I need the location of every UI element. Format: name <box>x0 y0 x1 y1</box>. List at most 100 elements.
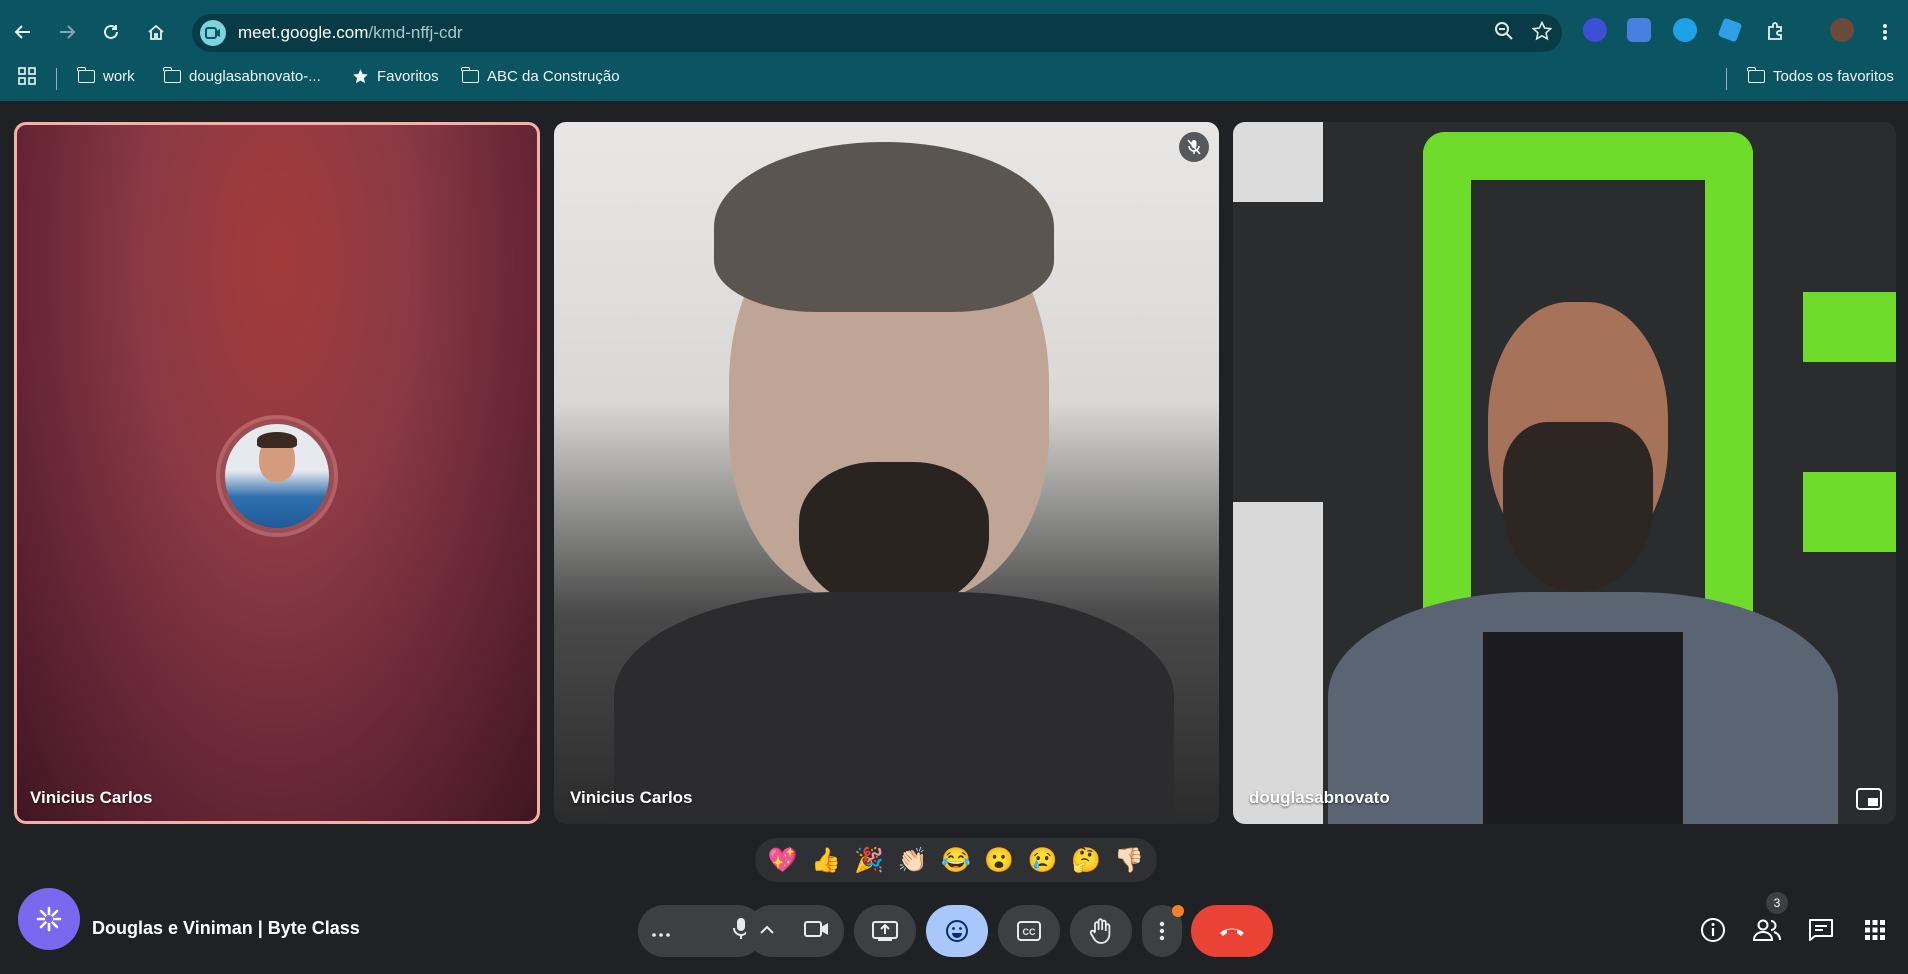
video-camera-icon <box>804 920 828 937</box>
address-bar[interactable]: meet.google.com/kmd-nffj-cdr <box>192 14 1562 52</box>
leave-call-button[interactable] <box>1191 905 1273 957</box>
camera-options-button[interactable] <box>760 922 774 940</box>
pip-icon[interactable] <box>1856 788 1882 810</box>
reaction-surprised[interactable]: 😮 <box>984 846 1014 875</box>
camera-button[interactable] <box>804 920 830 943</box>
meeting-title: Douglas e Viniman | Byte Class <box>92 918 360 938</box>
activities-button[interactable] <box>1858 913 1892 947</box>
emoji-icon <box>946 920 968 942</box>
avatar-ring <box>220 419 334 533</box>
folder-icon <box>163 67 181 83</box>
people-icon <box>1753 919 1781 941</box>
download-extension-icon[interactable] <box>1673 18 1697 42</box>
extension-icon-4[interactable] <box>1717 17 1743 43</box>
bookmarks-separator <box>1726 68 1727 90</box>
video-feed-wall <box>1233 502 1323 824</box>
reaction-thinking[interactable]: 🤔 <box>1071 846 1101 875</box>
home-icon[interactable] <box>143 19 169 45</box>
apps-grid-icon[interactable] <box>18 67 36 85</box>
bookmark-favoritos[interactable]: Favoritos <box>352 68 439 85</box>
browser-menu-icon[interactable] <box>1872 19 1898 45</box>
captions-button[interactable]: CC <box>998 905 1060 957</box>
more-options-button[interactable] <box>1142 905 1184 957</box>
reaction-thumbs-up[interactable]: 👍 <box>811 846 841 875</box>
mic-muted-icon <box>1179 132 1209 162</box>
bookmark-label: ABC da Construção <box>487 68 620 85</box>
reactions-bar: 💖 👍 🎉 👏🏻 😂 😮 😢 🤔 👎🏻 <box>755 838 1157 882</box>
reload-icon[interactable] <box>98 19 124 45</box>
bookmark-douglasabnovato[interactable]: douglasabnovato-... <box>163 67 321 85</box>
participant-tile-2[interactable]: Vinicius Carlos <box>554 122 1219 824</box>
participant-name: Vinicius Carlos <box>30 788 153 807</box>
reaction-heart[interactable]: 💖 <box>768 846 798 875</box>
closed-captions-icon: CC <box>1017 921 1041 941</box>
reaction-sad[interactable]: 😢 <box>1028 846 1058 875</box>
bookmark-abc-construcao[interactable]: ABC da Construção <box>461 67 620 85</box>
extensions-puzzle-icon[interactable] <box>1762 19 1788 45</box>
folder-icon <box>461 67 479 83</box>
url-text: meet.google.com/kmd-nffj-cdr <box>238 23 463 43</box>
svg-text:CC: CC <box>1023 927 1036 937</box>
video-feed-shirt <box>1483 632 1683 824</box>
bookmark-work[interactable]: work <box>77 67 135 85</box>
all-bookmarks[interactable]: Todos os favoritos <box>1747 67 1894 85</box>
reaction-laugh[interactable]: 😂 <box>941 846 971 875</box>
chat-icon <box>1809 919 1833 941</box>
video-feed-wall <box>1233 122 1323 202</box>
video-feed-sign <box>1803 472 1896 552</box>
folder-icon <box>77 67 95 83</box>
video-feed-beard <box>799 462 989 612</box>
all-bookmarks-label: Todos os favoritos <box>1773 68 1894 85</box>
apps-grid-icon <box>1865 920 1885 940</box>
bookmark-label: Favoritos <box>377 68 439 85</box>
bookmark-label: work <box>103 68 135 85</box>
meet-site-icon <box>200 20 226 46</box>
raise-hand-button[interactable] <box>1070 905 1132 957</box>
hang-up-icon <box>1220 928 1244 936</box>
more-horizontal-icon <box>652 932 670 937</box>
reaction-thumbs-down[interactable]: 👎🏻 <box>1114 846 1144 875</box>
browser-chrome: meet.google.com/kmd-nffj-cdr work dougla… <box>0 0 1908 101</box>
notification-dot <box>1172 905 1184 917</box>
forward-icon[interactable] <box>54 19 80 45</box>
video-feed-hair <box>714 142 1054 312</box>
present-icon <box>872 921 898 941</box>
chat-button[interactable] <box>1804 913 1838 947</box>
browser-toolbar: meet.google.com/kmd-nffj-cdr <box>0 10 1908 54</box>
bookmark-star-icon[interactable] <box>1531 20 1553 46</box>
sparkle-icon <box>36 906 62 932</box>
info-icon <box>1701 918 1725 942</box>
participant-tile-1[interactable]: Vinicius Carlos <box>14 122 540 824</box>
avatar <box>225 424 329 528</box>
reaction-clap[interactable]: 👏🏻 <box>898 846 928 875</box>
reaction-party[interactable]: 🎉 <box>854 846 884 875</box>
participant-name: Vinicius Carlos <box>570 788 693 807</box>
extension-icon-1[interactable] <box>1583 18 1607 42</box>
meeting-details-button[interactable] <box>1696 913 1730 947</box>
reactions-button[interactable] <box>926 905 988 957</box>
profile-avatar[interactable] <box>1830 18 1854 42</box>
participant-tile-3[interactable]: douglasabnovato <box>1233 122 1896 824</box>
camera-control-group <box>746 905 844 957</box>
url-host: meet.google.com <box>238 23 369 42</box>
gemini-fab-button[interactable] <box>18 888 80 950</box>
hand-icon <box>1089 918 1111 944</box>
url-path: /kmd-nffj-cdr <box>368 23 463 42</box>
more-vertical-icon <box>1159 921 1165 941</box>
mic-options-button[interactable] <box>652 920 670 943</box>
zoom-icon[interactable] <box>1494 21 1514 46</box>
video-feed-beard <box>1503 422 1653 592</box>
people-button[interactable]: 3 <box>1750 892 1788 947</box>
back-icon[interactable] <box>10 19 36 45</box>
bookmarks-separator <box>56 68 57 90</box>
present-screen-button[interactable] <box>854 905 916 957</box>
chevron-up-icon <box>760 925 774 934</box>
folder-icon <box>1747 67 1765 83</box>
participants-count-badge: 3 <box>1766 892 1788 914</box>
translate-extension-icon[interactable] <box>1627 18 1651 42</box>
star-icon <box>353 69 368 84</box>
bookmark-label: douglasabnovato-... <box>189 68 321 85</box>
video-feed-sign <box>1803 292 1896 362</box>
video-feed-shirt <box>614 592 1174 824</box>
participant-name: douglasabnovato <box>1249 788 1390 807</box>
